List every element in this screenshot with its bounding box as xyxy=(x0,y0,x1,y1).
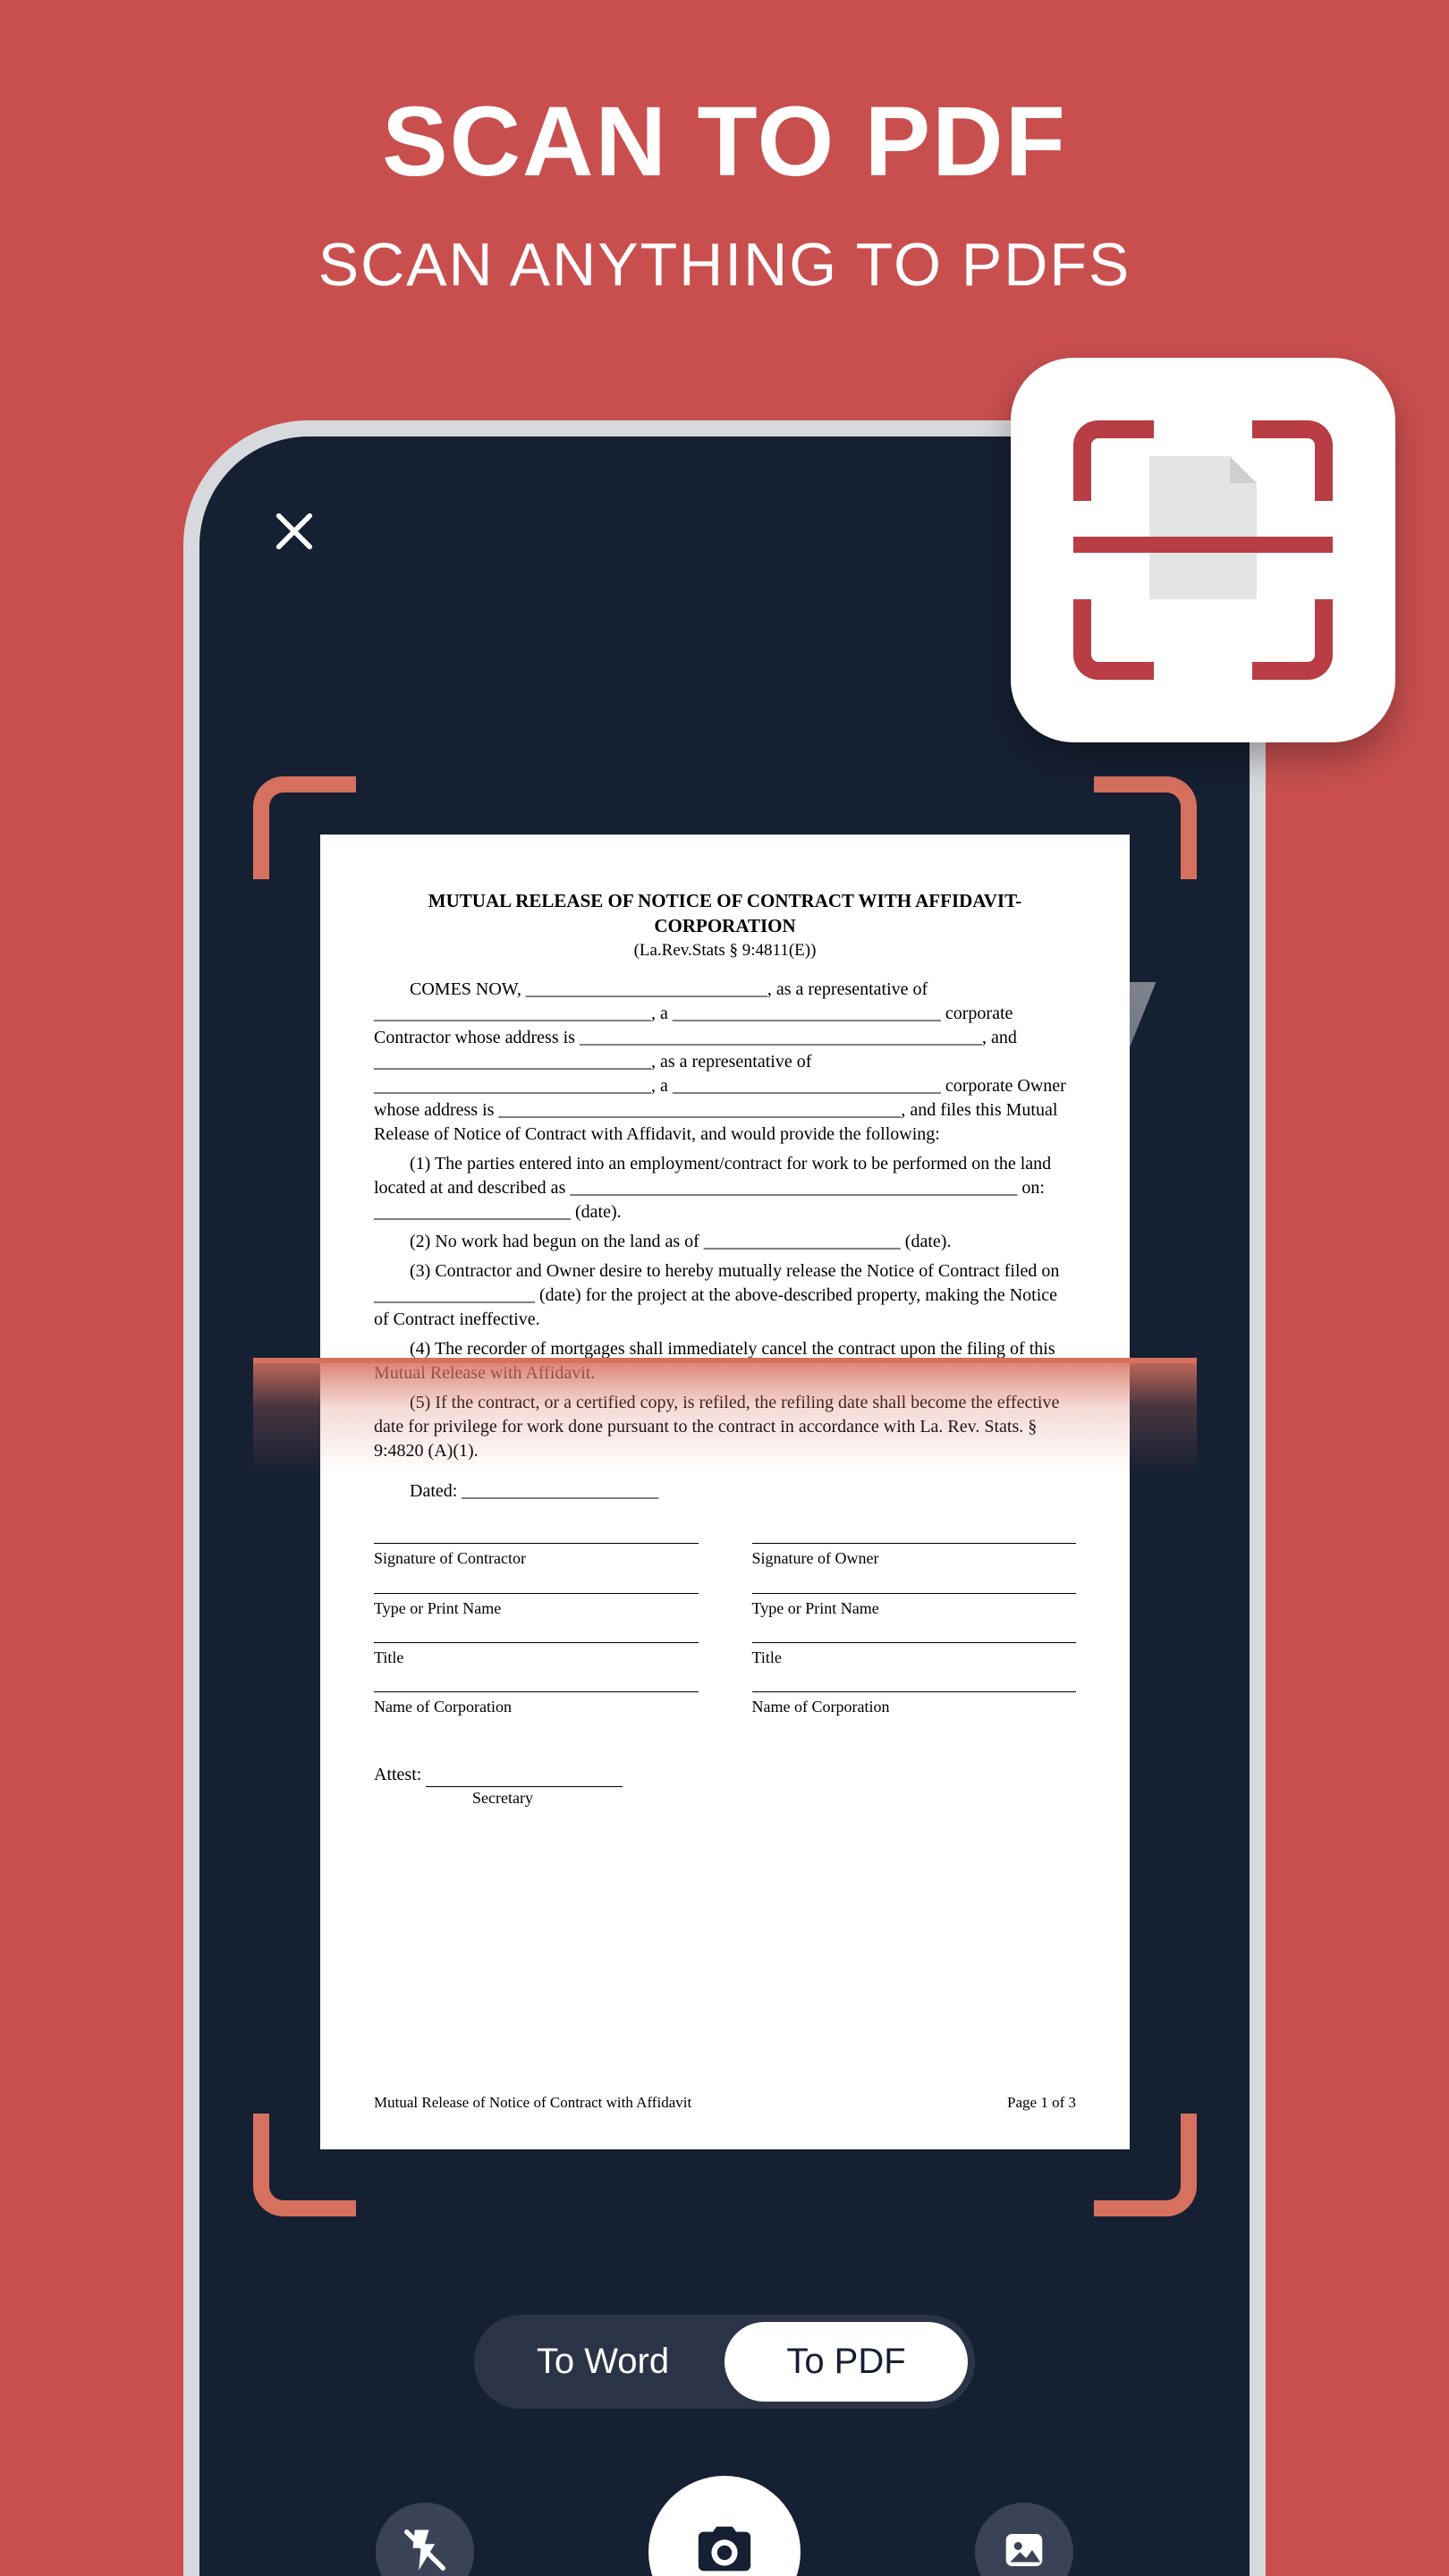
phone-frame: MUTUAL RELEASE OF NOTICE OF CONTRACT WIT… xyxy=(183,420,1266,2576)
gallery-button[interactable] xyxy=(975,2503,1073,2576)
frame-corner-bl xyxy=(253,2114,356,2216)
flash-off-icon xyxy=(401,2526,449,2576)
frame-corner-tr xyxy=(1094,776,1197,879)
scan-icon-corner-tr xyxy=(1252,420,1333,501)
scan-frame xyxy=(253,776,1197,2216)
close-button[interactable] xyxy=(271,508,318,564)
frame-corner-tl xyxy=(253,776,356,879)
segment-to-word[interactable]: To Word xyxy=(481,2322,724,2402)
segment-to-pdf[interactable]: To PDF xyxy=(724,2322,968,2402)
scan-icon-corner-br xyxy=(1252,599,1333,680)
gallery-icon xyxy=(1000,2526,1048,2576)
headline-title: SCAN TO PDF xyxy=(0,85,1449,199)
scan-document-icon xyxy=(1073,420,1333,680)
camera-icon xyxy=(693,2519,756,2576)
flash-toggle-button[interactable] xyxy=(376,2503,474,2576)
camera-action-bar xyxy=(199,2476,1250,2576)
headline: SCAN TO PDF SCAN ANYTHING TO PDFS xyxy=(0,0,1449,300)
app-icon-card xyxy=(1011,358,1395,742)
headline-subtitle: SCAN ANYTHING TO PDFS xyxy=(0,230,1449,300)
output-format-segmented[interactable]: To Word To PDF xyxy=(474,2315,975,2409)
frame-corner-br xyxy=(1094,2114,1197,2216)
shutter-button[interactable] xyxy=(648,2476,801,2576)
scan-icon-corner-bl xyxy=(1073,599,1154,680)
scan-icon-bar xyxy=(1073,537,1333,553)
scan-icon-corner-tl xyxy=(1073,420,1154,501)
